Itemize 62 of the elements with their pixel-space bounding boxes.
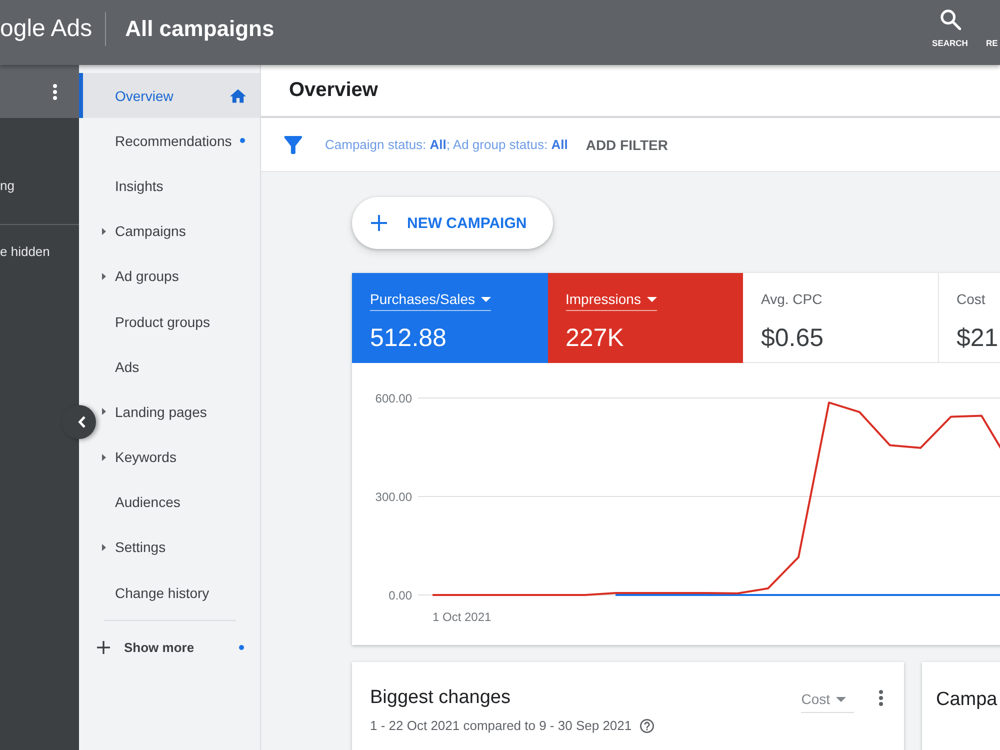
add-filter-button[interactable]: ADD FILTER <box>586 136 668 152</box>
expand-triangle-icon <box>102 454 106 461</box>
more-vert-icon <box>879 690 883 706</box>
nav-item[interactable]: Landing pages <box>101 389 260 434</box>
metric-tile[interactable]: Impressions 227K <box>548 273 743 363</box>
metric-value: 512.88 <box>370 323 446 353</box>
nav-item[interactable]: Settings <box>101 524 260 570</box>
show-more-button[interactable]: Show more <box>79 621 260 674</box>
more-button[interactable] <box>52 82 58 100</box>
nav-item[interactable]: Ads <box>101 344 260 390</box>
metric-dropdown[interactable]: Cost <box>801 689 854 713</box>
home-icon <box>230 88 246 103</box>
sidebar-text: e hidden <box>0 244 50 260</box>
nav-item[interactable]: Product groups <box>101 298 260 344</box>
metric-tile[interactable]: Purchases/Sales 512.88 <box>352 273 548 363</box>
axis-label: 600.00 <box>375 392 412 406</box>
card-title: Biggest changes <box>370 686 510 710</box>
plus-icon <box>97 640 110 654</box>
new-campaign-button[interactable]: NEW CAMPAIGN <box>352 197 553 249</box>
filter-summary[interactable]: Campaign status: All; Ad group status: All <box>325 137 568 152</box>
metric-value: $21 <box>956 323 998 353</box>
caret-icon <box>481 296 492 302</box>
more-button[interactable] <box>878 689 884 707</box>
toolbar-button[interactable]: RE <box>986 0 999 65</box>
nav-item[interactable]: Change history <box>101 570 260 616</box>
card-title: Campa <box>936 689 998 710</box>
nav-item[interactable]: Ad groups <box>101 254 260 299</box>
caret-icon <box>646 296 657 302</box>
metric-label: Cost <box>956 291 986 309</box>
product-name: ogle Ads <box>0 14 92 42</box>
chevron-left-icon <box>78 416 86 428</box>
filter-icon <box>284 136 302 154</box>
expand-triangle-icon <box>102 272 106 280</box>
caret-icon <box>836 696 846 702</box>
axis-label: 300.00 <box>375 490 412 504</box>
nav-item[interactable]: Campaigns <box>101 208 260 254</box>
nav-item[interactable]: Overview <box>79 73 260 118</box>
date-range: 1 - 22 Oct 2021 compared to 9 - 30 Sep 2021 <box>370 718 632 733</box>
expand-triangle-icon <box>102 228 106 235</box>
nav-item[interactable]: Keywords <box>101 434 260 480</box>
expand-triangle-icon <box>102 408 106 416</box>
nav-item[interactable]: Insights <box>101 163 260 209</box>
plus-icon <box>371 215 387 231</box>
nav-item[interactable]: Recommendations <box>101 118 260 164</box>
metric-label: Avg. CPC <box>761 291 822 309</box>
expand-triangle-icon <box>102 544 106 551</box>
sidebar-text: ng <box>0 178 14 194</box>
metric-tile[interactable]: Avg. CPC $0.65 <box>743 273 938 363</box>
help-icon[interactable] <box>640 718 654 732</box>
metric-tile[interactable]: Cost $21 <box>938 273 1000 363</box>
page-title: All campaigns <box>125 16 274 42</box>
metric-dropdown[interactable]: Impressions <box>566 291 657 311</box>
more-vert-icon <box>53 84 57 100</box>
page-heading: Overview <box>289 79 378 102</box>
search-icon <box>940 9 960 30</box>
axis-label: 0.00 <box>388 588 412 602</box>
nav-item[interactable]: Audiences <box>101 480 260 525</box>
metric-dropdown[interactable]: Purchases/Sales <box>370 291 492 311</box>
search-button[interactable]: SEARCH <box>930 0 970 65</box>
axis-label: 1 Oct 2021 <box>432 610 492 624</box>
metric-value: $0.65 <box>761 323 824 353</box>
metric-value: 227K <box>566 323 624 353</box>
